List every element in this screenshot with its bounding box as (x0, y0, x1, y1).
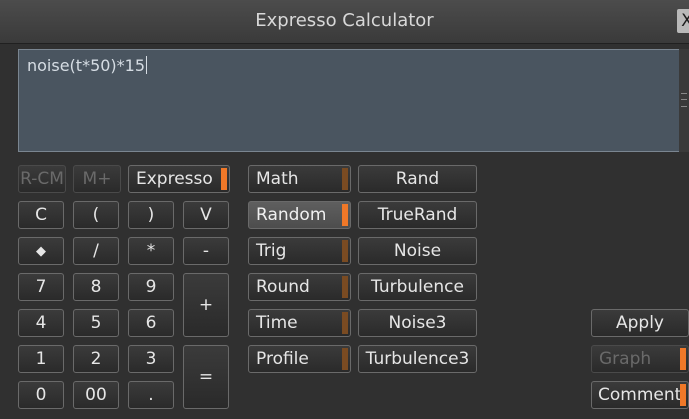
graph-label: Graph (599, 349, 652, 369)
key-0-button[interactable]: 0 (18, 381, 64, 409)
divide-button[interactable]: / (73, 237, 119, 265)
multiply-button[interactable]: * (128, 237, 174, 265)
backspace-icon[interactable]: ◆ (18, 237, 64, 265)
category-indicator (342, 168, 348, 190)
function-noise-button[interactable]: Noise (358, 237, 477, 265)
category-math[interactable]: Math (248, 165, 351, 193)
clear-button[interactable]: C (18, 201, 64, 229)
key-2-button[interactable]: 2 (73, 345, 119, 373)
category-label: Profile (256, 349, 309, 369)
graph-button[interactable]: Graph (591, 345, 689, 373)
category-indicator (342, 348, 348, 370)
apply-button[interactable]: Apply (591, 309, 689, 337)
category-round[interactable]: Round (248, 273, 351, 301)
function-truerand-button[interactable]: TrueRand (358, 201, 477, 229)
function-turbulence-button[interactable]: Turbulence (358, 273, 477, 301)
equals-button[interactable]: = (183, 345, 229, 409)
window-title: Expresso Calculator (255, 10, 434, 31)
decimal-button[interactable]: . (128, 381, 174, 409)
key-9-button[interactable]: 9 (128, 273, 174, 301)
key-6-button[interactable]: 6 (128, 309, 174, 337)
expresso-mode-label: Expresso (136, 169, 213, 189)
scroll-grip-icon[interactable] (681, 93, 687, 107)
category-label: Round (256, 277, 310, 297)
key-7-button[interactable]: 7 (18, 273, 64, 301)
category-indicator (342, 276, 348, 298)
close-paren-button[interactable]: ) (128, 201, 174, 229)
expresso-mode-button[interactable]: Expresso (128, 165, 230, 193)
key-00-button[interactable]: 00 (73, 381, 119, 409)
category-indicator (342, 312, 348, 334)
graph-indicator (680, 348, 686, 370)
v-button[interactable]: V (183, 201, 229, 229)
memory-add-button[interactable]: M+ (73, 165, 121, 193)
key-4-button[interactable]: 4 (18, 309, 64, 337)
plus-button[interactable]: + (183, 273, 229, 337)
close-icon[interactable]: X (677, 9, 689, 33)
category-indicator (342, 204, 348, 226)
comment-button[interactable]: Comment (591, 381, 689, 409)
category-trig[interactable]: Trig (248, 237, 351, 265)
key-8-button[interactable]: 8 (73, 273, 119, 301)
minus-button[interactable]: - (183, 237, 229, 265)
title-bar: Expresso Calculator X (0, 0, 689, 44)
function-noise3-button[interactable]: Noise3 (358, 309, 477, 337)
category-label: Math (256, 169, 299, 189)
editor-scrollbar[interactable] (679, 49, 689, 152)
category-label: Random (256, 205, 327, 225)
function-turbulence3-button[interactable]: Turbulence3 (358, 345, 477, 373)
category-indicator (342, 240, 348, 262)
memory-clear-button[interactable]: R-CM (18, 165, 66, 193)
expression-editor[interactable]: noise(t*50)*15 (18, 49, 680, 152)
function-rand-button[interactable]: Rand (358, 165, 477, 193)
comment-indicator (680, 384, 686, 406)
key-3-button[interactable]: 3 (128, 345, 174, 373)
key-1-button[interactable]: 1 (18, 345, 64, 373)
category-profile[interactable]: Profile (248, 345, 351, 373)
category-label: Trig (256, 241, 287, 261)
key-5-button[interactable]: 5 (73, 309, 119, 337)
expression-text: noise(t*50)*15 (27, 56, 148, 75)
category-random[interactable]: Random (248, 201, 351, 229)
comment-label: Comment (598, 385, 682, 405)
category-time[interactable]: Time (248, 309, 351, 337)
mode-indicator (221, 168, 227, 190)
category-label: Time (256, 313, 298, 333)
open-paren-button[interactable]: ( (73, 201, 119, 229)
text-caret (146, 56, 148, 74)
